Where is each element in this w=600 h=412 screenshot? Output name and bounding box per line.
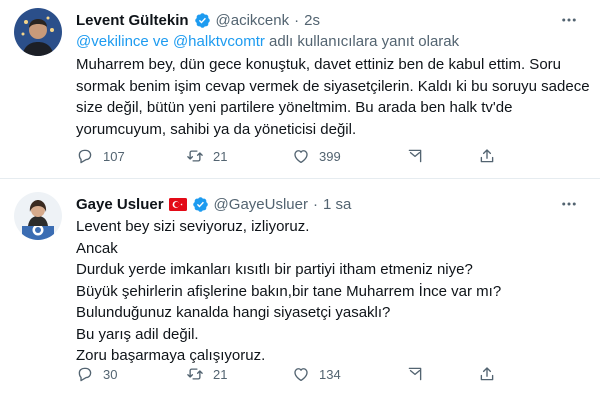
like-count: 399	[319, 148, 341, 164]
like-count: 134	[319, 366, 341, 382]
tweet-text: Levent bey sizi seviyoruz, izliyoruz. An…	[76, 216, 591, 367]
tweet-text: Muharrem bey, dün gece konuştuk, davet e…	[76, 56, 590, 138]
retweet-count: 21	[213, 366, 228, 382]
upload-button[interactable]	[478, 146, 496, 166]
mention-link[interactable]: @vekilince	[76, 33, 149, 50]
avatar[interactable]	[14, 192, 62, 240]
author-handle[interactable]: @GayeUsluer	[214, 196, 308, 213]
tweet-text-line: Bu yarış adil değil.	[76, 325, 199, 343]
reply-context: @vekilince ve @halktvcomtr adlı kullanıc…	[76, 33, 459, 50]
retweet-button[interactable]: 21	[186, 364, 227, 384]
tweet-text-line: Bulunduğunuz kanalda hangi siyasetçi yas…	[76, 304, 391, 321]
tweet-header: Gaye Usluer @GayeUsluer · 1 sa	[76, 193, 590, 215]
author-handle[interactable]: @acikcenk	[216, 12, 290, 29]
like-icon	[292, 147, 310, 165]
reply-count: 107	[103, 148, 125, 164]
verified-badge-icon	[192, 196, 209, 213]
retweet-icon	[186, 147, 204, 165]
retweet-button[interactable]: 21	[186, 146, 227, 166]
author-name[interactable]: Levent Gültekin	[76, 12, 189, 29]
tweet[interactable]: Levent Gültekin @acikcenk · 2s @vekilinc…	[0, 0, 600, 178]
tweet-header: Levent Gültekin @acikcenk · 2s	[76, 9, 590, 31]
timestamp[interactable]: 1 sa	[323, 196, 351, 213]
tweet-text-line: Levent bey sizi seviyoruz, izliyoruz.	[76, 218, 310, 235]
share-icon	[406, 147, 424, 165]
reply-joiner: ve	[148, 33, 173, 50]
reply-button[interactable]: 30	[76, 364, 117, 384]
upload-icon	[478, 365, 496, 383]
upload-button[interactable]	[478, 364, 496, 384]
retweet-count: 21	[213, 148, 228, 164]
share-button[interactable]	[406, 146, 424, 166]
more-icon[interactable]	[558, 193, 580, 215]
like-button[interactable]: 134	[292, 364, 341, 384]
avatar[interactable]	[14, 8, 62, 56]
action-bar: 107 21 399	[76, 146, 496, 166]
like-button[interactable]: 399	[292, 146, 341, 166]
turkey-flag-icon	[168, 197, 187, 211]
mention-link[interactable]: @halktvcomtr	[173, 33, 265, 50]
author-name[interactable]: Gaye Usluer	[76, 196, 164, 213]
upload-icon	[478, 147, 496, 165]
verified-badge-icon	[194, 12, 211, 29]
separator: ·	[312, 195, 318, 213]
retweet-icon	[186, 365, 204, 383]
reply-icon	[76, 147, 94, 165]
more-icon[interactable]	[558, 9, 580, 31]
timestamp[interactable]: 2s	[304, 12, 320, 29]
share-icon	[406, 365, 424, 383]
tweet-text-line: Büyük şehirlerin afişlerine bakın,bir ta…	[76, 282, 502, 300]
tweet[interactable]: Gaye Usluer @GayeUsluer · 1 sa Levent be…	[0, 179, 600, 412]
action-bar: 30 21 134	[76, 364, 496, 384]
tweet-text-line: Durduk yerde imkanları kısıtlı bir parti…	[76, 261, 473, 278]
reply-button[interactable]: 107	[76, 146, 125, 166]
tweet-text-line: Ancak	[76, 239, 118, 257]
reply-icon	[76, 365, 94, 383]
separator: ·	[294, 11, 300, 29]
like-icon	[292, 365, 310, 383]
reply-count: 30	[103, 366, 118, 382]
reply-suffix: adlı kullanıcılara yanıt olarak	[264, 33, 460, 50]
share-button[interactable]	[406, 364, 424, 384]
